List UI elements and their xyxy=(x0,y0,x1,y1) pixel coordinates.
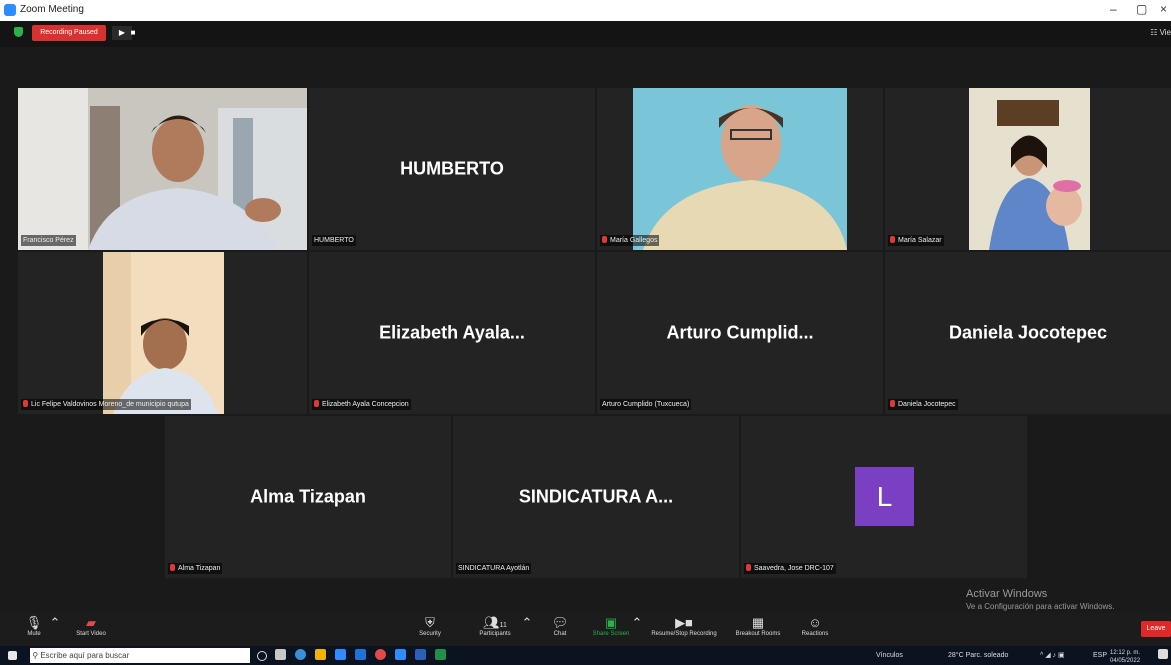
participant-display-name: Alma Tizapan xyxy=(250,486,366,507)
muted-mic-icon xyxy=(746,564,751,571)
participant-tile[interactable]: Daniela Jocotepec Daniela Jocotepec xyxy=(885,252,1171,414)
taskbar-links-label[interactable]: Vínculos xyxy=(876,649,903,662)
participant-video xyxy=(633,88,847,250)
participant-name-label: Alma Tizapan xyxy=(168,563,223,574)
security-button[interactable]: ⛨ Security xyxy=(410,613,450,646)
encryption-shield-icon[interactable] xyxy=(14,27,23,37)
breakout-rooms-button[interactable]: ▦ Breakout Rooms xyxy=(728,613,788,646)
resume-stop-recording-button[interactable]: ▶■ Resume/Stop Recording xyxy=(645,613,723,646)
participant-name-label: Elizabeth Ayala Concepcion xyxy=(312,399,411,410)
participant-video xyxy=(18,88,307,250)
audio-options-chevron[interactable]: ⌃ xyxy=(48,613,62,646)
muted-mic-icon xyxy=(890,400,895,407)
participant-display-name: Elizabeth Ayala... xyxy=(379,322,525,343)
minimize-button[interactable]: – xyxy=(1110,2,1117,16)
tray-icons[interactable]: ^ ◢ ♪ ▣ xyxy=(1040,649,1065,662)
participant-display-name: SINDICATURA A... xyxy=(518,486,674,507)
close-button[interactable]: × xyxy=(1160,2,1167,16)
mute-button[interactable]: 🎙︎ Mute xyxy=(20,613,48,646)
recording-status-badge: Recording Paused xyxy=(32,25,106,41)
participant-name-label: Daniela Jocotepec xyxy=(888,399,958,410)
participant-display-name: Daniela Jocotepec xyxy=(948,322,1108,343)
edge-icon[interactable] xyxy=(295,649,306,660)
participant-name-label: HUMBERTO xyxy=(312,235,356,246)
window-title: Zoom Meeting xyxy=(20,4,84,15)
language-indicator[interactable]: ESP xyxy=(1093,649,1107,662)
participants-icon: 👥︎11 xyxy=(483,615,507,630)
participant-video xyxy=(103,252,224,414)
participant-avatar: L xyxy=(855,467,914,526)
meeting-top-bar xyxy=(0,21,1171,47)
chat-icon: 💬︎ xyxy=(551,615,569,630)
excel-icon[interactable] xyxy=(435,649,446,660)
file-explorer-icon[interactable] xyxy=(315,649,326,660)
participant-display-name: Arturo Cumplid... xyxy=(666,322,814,343)
participant-video xyxy=(969,88,1090,250)
muted-mic-icon xyxy=(890,236,895,243)
participant-name-label: Saavedra, Jose DRC-107 xyxy=(744,563,836,574)
reactions-button[interactable]: ☺ Reactions xyxy=(795,613,835,646)
window-titlebar: Zoom Meeting – ▢ × xyxy=(0,0,1171,21)
participant-tile[interactable]: María Salazar xyxy=(885,88,1171,250)
zoom-logo-icon xyxy=(4,4,16,16)
participant-tile[interactable]: Elizabeth Ayala... Elizabeth Ayala Conce… xyxy=(309,252,595,414)
muted-mic-icon xyxy=(314,400,319,407)
share-options-chevron[interactable]: ⌃ xyxy=(630,613,644,646)
share-screen-button[interactable]: ▣ Share Screen xyxy=(590,613,632,646)
shield-icon: ⛨ xyxy=(425,615,435,630)
participant-tile[interactable]: Francisco Pérez xyxy=(18,88,307,250)
record-controls-icon: ▶■ xyxy=(675,615,693,630)
participant-name-label: Arturo Cumplido (Tuxcueca) xyxy=(600,399,692,410)
video-off-icon: ▰ xyxy=(86,615,96,630)
chevron-up-icon: ⌃ xyxy=(631,615,643,630)
start-video-button[interactable]: ▰ Start Video xyxy=(68,613,114,646)
meeting-toolbar xyxy=(0,613,1171,646)
participants-button[interactable]: 👥︎11 Participants xyxy=(472,613,518,646)
windows-start-icon[interactable] xyxy=(8,651,17,660)
participant-tile[interactable]: SINDICATURA A... SINDICATURA Ayotlán xyxy=(453,416,739,578)
chat-button[interactable]: 💬︎ Chat xyxy=(546,613,574,646)
chrome-icon[interactable] xyxy=(375,649,386,660)
participant-name-label: SINDICATURA Ayotlán xyxy=(456,563,532,574)
weather-widget[interactable]: 28°C Parc. soleado xyxy=(948,649,1008,662)
muted-mic-icon xyxy=(23,400,28,407)
breakout-rooms-icon: ▦ xyxy=(751,615,765,630)
chevron-up-icon: ⌃ xyxy=(49,615,61,630)
participant-tile[interactable]: HUMBERTO HUMBERTO xyxy=(309,88,595,250)
smiley-icon: ☺ xyxy=(808,615,822,630)
store-icon[interactable] xyxy=(355,649,366,660)
participant-name-label: María Gallegos xyxy=(600,235,660,246)
view-button[interactable]: ☷ Vie xyxy=(1150,28,1171,37)
taskbar-clock[interactable]: 12:12 p. m. 04/05/2022 xyxy=(1110,649,1140,665)
participant-tile[interactable]: Alma Tizapan Alma Tizapan xyxy=(165,416,451,578)
zoom-taskbar-icon[interactable] xyxy=(395,649,406,660)
notification-icon[interactable] xyxy=(1158,649,1168,659)
taskbar-search-input[interactable]: ⚲ Escribe aquí para buscar xyxy=(30,648,250,663)
chevron-up-icon: ⌃ xyxy=(521,615,533,630)
participant-name-label: Lic Felipe Valdovinos Moreno_de municipi… xyxy=(21,399,191,410)
participant-tile[interactable]: Arturo Cumplid... Arturo Cumplido (Tuxcu… xyxy=(597,252,883,414)
participant-name-label: María Salazar xyxy=(888,235,944,246)
windows-activation-watermark: Activar Windows Ve a Configuración para … xyxy=(966,588,1115,611)
stop-recording-icon[interactable]: ■ xyxy=(126,26,140,40)
participant-tile[interactable]: Lic Felipe Valdovinos Moreno_de municipi… xyxy=(18,252,307,414)
participants-options-chevron[interactable]: ⌃ xyxy=(520,613,534,646)
participant-display-name: HUMBERTO xyxy=(400,158,504,179)
maximize-button[interactable]: ▢ xyxy=(1136,2,1147,16)
cortana-icon[interactable] xyxy=(257,651,267,661)
task-view-icon[interactable] xyxy=(275,649,286,660)
word-icon[interactable] xyxy=(415,649,426,660)
mail-icon[interactable] xyxy=(335,649,346,660)
muted-mic-icon xyxy=(170,564,175,571)
share-screen-icon: ▣ xyxy=(604,615,618,630)
participant-tile[interactable]: María Gallegos xyxy=(597,88,883,250)
participant-count: 11 xyxy=(499,622,507,629)
participant-name-label: Francisco Pérez xyxy=(21,235,76,246)
leave-button[interactable]: Leave xyxy=(1141,621,1171,637)
muted-mic-icon xyxy=(602,236,607,243)
microphone-icon: 🎙︎ xyxy=(25,615,43,630)
